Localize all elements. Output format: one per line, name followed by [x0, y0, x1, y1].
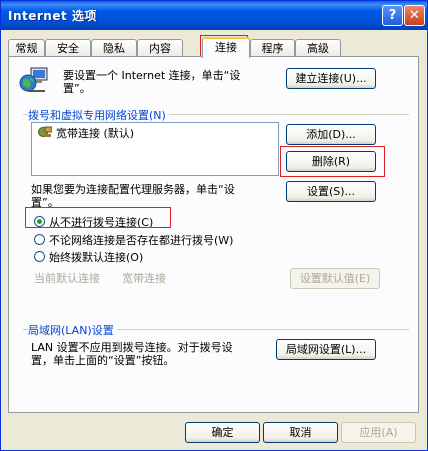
list-item-broadband[interactable]: 宽带连接 (默认) [56, 125, 134, 141]
tab-security[interactable]: 安全 [45, 39, 91, 56]
internet-options-window: Internet 选项 ? ✕ 常规 安全 隐私 内容 连接 程序 高级 要设置… [0, 0, 428, 451]
connections-panel: 要设置一个 Internet 连接，单击“设 置”。 建立连接(U)... 拨号… [8, 56, 419, 413]
network-globe-icon [19, 66, 51, 94]
setup-text-line2: 置”。 [63, 82, 91, 95]
radio-dial-whenever[interactable] [34, 234, 45, 245]
lan-text-line2: 置，单击上面的“设置”按钮。 [31, 354, 175, 367]
apply-button[interactable]: 应用(A) [341, 422, 416, 443]
cancel-button[interactable]: 取消 [263, 422, 338, 443]
add-button[interactable]: 添加(D)... [286, 124, 376, 145]
proxy-text-line1: 如果您要为连接配置代理服务器，单击“设 [31, 183, 235, 196]
tab-privacy[interactable]: 隐私 [91, 39, 137, 56]
settings-button[interactable]: 设置(S)... [286, 181, 376, 202]
tab-advanced[interactable]: 高级 [295, 39, 341, 56]
set-default-button[interactable]: 设置默认值(E) [290, 268, 380, 289]
setup-connection-button[interactable]: 建立连接(U)... [286, 68, 376, 89]
help-icon[interactable]: ? [382, 5, 403, 26]
window-title: Internet 选项 [8, 9, 97, 23]
current-default-label: 当前默认连接 [34, 272, 100, 285]
tab-content[interactable]: 内容 [137, 39, 183, 56]
lan-settings-button[interactable]: 局域网设置(L)... [276, 339, 376, 360]
close-icon[interactable]: ✕ [404, 5, 425, 26]
radio-highlight-box [25, 207, 171, 228]
remove-highlight-box [280, 146, 385, 177]
dialup-group-label: 拨号和虚拟专用网络设置(N) [28, 107, 169, 123]
title-bar[interactable]: Internet 选项 ? ✕ [1, 1, 427, 30]
tab-programs[interactable]: 程序 [250, 39, 295, 56]
lan-group-label: 局域网(LAN)设置 [28, 322, 117, 338]
tab-connections[interactable]: 连接 [202, 37, 250, 58]
current-default-value: 宽带连接 [122, 272, 166, 285]
radio-always-dial-default[interactable] [34, 251, 45, 262]
connections-listbox[interactable]: 宽带连接 (默认) [31, 122, 279, 176]
radio-dial-whenever-label[interactable]: 不论网络连接是否存在都进行拨号(W) [49, 232, 233, 248]
ok-button[interactable]: 确定 [185, 422, 260, 443]
radio-always-dial-default-label[interactable]: 始终拨默认连接(O) [49, 249, 143, 265]
broadband-connection-icon [38, 126, 53, 138]
tab-general[interactable]: 常规 [8, 39, 45, 56]
